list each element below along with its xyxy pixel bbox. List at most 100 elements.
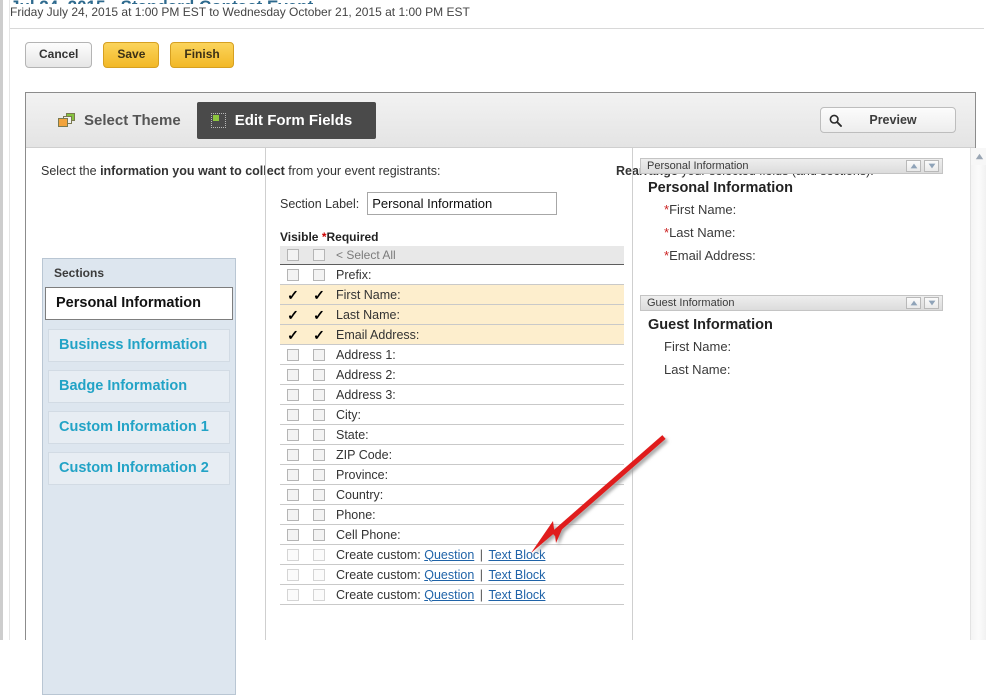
field-row[interactable]: Address 3: — [280, 385, 624, 405]
visible-checkbox[interactable] — [287, 348, 299, 361]
rearrange-group-bar[interactable]: Personal Information — [640, 158, 943, 174]
visible-checkbox[interactable] — [287, 249, 299, 261]
field-row[interactable]: Province: — [280, 465, 624, 485]
visible-checkbox[interactable] — [287, 268, 299, 281]
required-checkbox[interactable] — [313, 348, 325, 361]
required-checkbox-cell[interactable]: ✓ — [306, 308, 332, 322]
visible-checkbox-cell[interactable]: ✓ — [280, 288, 306, 302]
rearrange-field[interactable]: *First Name: — [640, 198, 943, 221]
visible-checkbox-cell[interactable] — [280, 588, 306, 601]
create-custom-text-block-link[interactable]: Text Block — [488, 588, 545, 602]
required-checkbox-cell[interactable]: ✓ — [306, 288, 332, 302]
field-row[interactable]: Create custom: Question | Text Block — [280, 565, 624, 585]
visible-checkbox-cell[interactable] — [280, 568, 306, 581]
sidebar-item-badge-information[interactable]: Badge Information — [48, 370, 230, 403]
required-checkbox-cell[interactable] — [306, 548, 332, 561]
visible-checkbox[interactable] — [287, 548, 299, 561]
field-row[interactable]: ✓ ✓ Last Name: — [280, 305, 624, 325]
required-checkbox-cell[interactable] — [306, 388, 332, 401]
sidebar-item-custom-information-1[interactable]: Custom Information 1 — [48, 411, 230, 444]
visible-checkbox-cell[interactable] — [280, 488, 306, 501]
required-checkbox[interactable] — [313, 468, 325, 481]
required-checkbox[interactable] — [313, 488, 325, 501]
visible-checkbox[interactable] — [287, 428, 299, 441]
cancel-button[interactable]: Cancel — [25, 42, 93, 68]
move-up-arrow-icon[interactable] — [906, 297, 921, 309]
required-checkbox[interactable] — [313, 388, 325, 401]
visible-checkbox[interactable] — [287, 508, 299, 521]
rearrange-field[interactable]: First Name: — [640, 335, 943, 358]
required-checkbox[interactable] — [313, 428, 325, 441]
sidebar-item-business-information[interactable]: Business Information — [48, 329, 230, 362]
required-checkbox[interactable] — [313, 588, 325, 601]
visible-checkbox[interactable] — [287, 568, 299, 581]
visible-checkbox[interactable] — [287, 448, 299, 461]
field-row[interactable]: City: — [280, 405, 624, 425]
field-row[interactable]: Address 2: — [280, 365, 624, 385]
field-row[interactable]: ✓ ✓ First Name: — [280, 285, 624, 305]
visible-checkbox[interactable] — [287, 488, 299, 501]
tab-edit-form-fields[interactable]: Edit Form Fields — [196, 101, 377, 139]
move-down-arrow-icon[interactable] — [924, 160, 939, 172]
field-row[interactable]: Create custom: Question | Text Block — [280, 545, 624, 565]
required-checkbox-cell[interactable] — [306, 528, 332, 541]
preview-button[interactable]: Preview — [820, 107, 956, 133]
required-checkbox[interactable] — [313, 408, 325, 421]
required-checkbox-cell[interactable] — [306, 249, 332, 261]
visible-checkbox-cell[interactable] — [280, 428, 306, 441]
required-checkbox[interactable] — [313, 528, 325, 541]
create-custom-text-block-link[interactable]: Text Block — [488, 548, 545, 562]
rearrange-scrollbar[interactable] — [970, 148, 986, 640]
visible-checkbox-cell[interactable] — [280, 249, 306, 261]
move-up-arrow-icon[interactable] — [906, 160, 921, 172]
sidebar-item-custom-information-2[interactable]: Custom Information 2 — [48, 452, 230, 485]
visible-checkbox-cell[interactable] — [280, 408, 306, 421]
field-row[interactable]: Phone: — [280, 505, 624, 525]
required-checkbox[interactable] — [313, 508, 325, 521]
visible-checkbox[interactable] — [287, 588, 299, 601]
rearrange-field[interactable]: *Last Name: — [640, 221, 943, 244]
tab-select-theme[interactable]: Select Theme — [42, 104, 197, 137]
visible-checkbox-cell[interactable] — [280, 388, 306, 401]
visible-checkbox-cell[interactable] — [280, 348, 306, 361]
required-checkbox[interactable] — [313, 249, 325, 261]
visible-checkbox[interactable] — [287, 528, 299, 541]
field-row[interactable]: Country: — [280, 485, 624, 505]
visible-checkbox[interactable] — [287, 408, 299, 421]
visible-checkbox-cell[interactable]: ✓ — [280, 328, 306, 342]
visible-checkbox-cell[interactable] — [280, 468, 306, 481]
section-label-input[interactable] — [367, 192, 558, 215]
move-down-arrow-icon[interactable] — [924, 297, 939, 309]
create-custom-text-block-link[interactable]: Text Block — [488, 568, 545, 582]
scroll-up-arrow-icon[interactable] — [971, 148, 986, 165]
required-checkbox-cell[interactable] — [306, 448, 332, 461]
required-checkbox-cell[interactable] — [306, 348, 332, 361]
required-checkbox-cell[interactable] — [306, 588, 332, 601]
required-checkbox[interactable] — [313, 368, 325, 381]
finish-button[interactable]: Finish — [170, 42, 234, 68]
field-row[interactable]: ✓ ✓ Email Address: — [280, 325, 624, 345]
rearrange-field[interactable]: *Email Address: — [640, 244, 943, 267]
required-checkbox-cell[interactable] — [306, 488, 332, 501]
visible-checkbox-cell[interactable] — [280, 448, 306, 461]
required-checkbox-cell[interactable] — [306, 268, 332, 281]
visible-checkbox[interactable] — [287, 388, 299, 401]
required-checkbox-cell[interactable]: ✓ — [306, 328, 332, 342]
visible-checkbox-cell[interactable]: ✓ — [280, 308, 306, 322]
field-row[interactable]: Prefix: — [280, 265, 624, 285]
field-row[interactable]: Address 1: — [280, 345, 624, 365]
rearrange-field[interactable]: Last Name: — [640, 358, 943, 381]
save-button[interactable]: Save — [103, 42, 160, 68]
create-custom-question-link[interactable]: Question — [424, 548, 474, 562]
required-checkbox-cell[interactable] — [306, 468, 332, 481]
visible-checkbox[interactable] — [287, 468, 299, 481]
required-checkbox-cell[interactable] — [306, 408, 332, 421]
visible-checkbox-cell[interactable] — [280, 368, 306, 381]
visible-checkbox-cell[interactable] — [280, 508, 306, 521]
visible-checkbox[interactable] — [287, 368, 299, 381]
required-checkbox-cell[interactable] — [306, 428, 332, 441]
required-checkbox[interactable] — [313, 548, 325, 561]
visible-checkbox-cell[interactable] — [280, 528, 306, 541]
field-row[interactable]: ZIP Code: — [280, 445, 624, 465]
visible-checkbox-cell[interactable] — [280, 548, 306, 561]
